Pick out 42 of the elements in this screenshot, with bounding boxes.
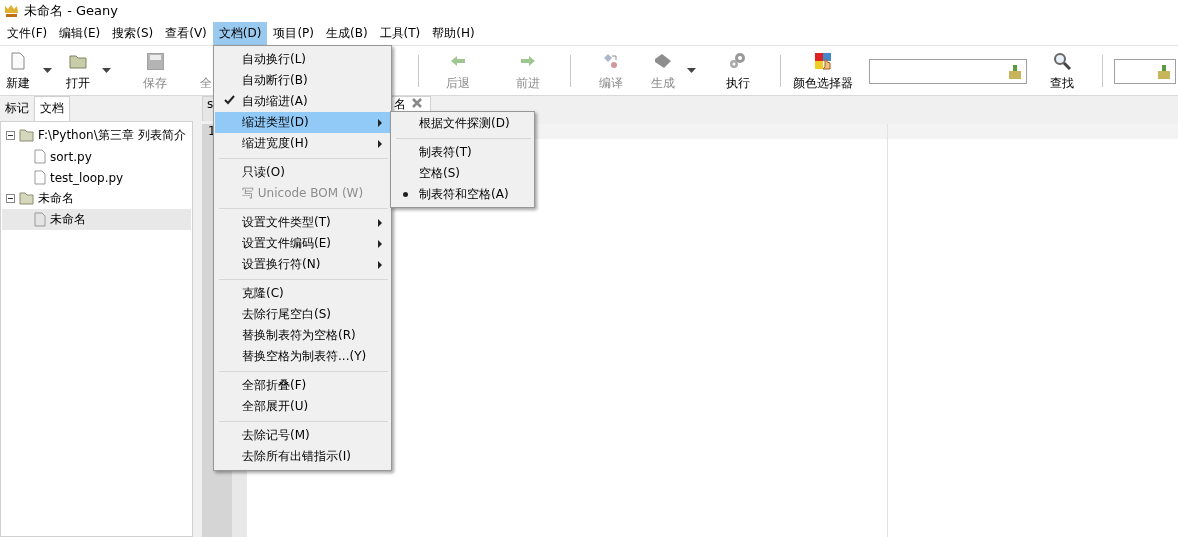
menu-item[interactable]: 缩进类型(D) xyxy=(215,112,390,133)
menu-item[interactable]: 缩进宽度(H) xyxy=(215,133,390,154)
menu-item[interactable]: 自动缩进(A) xyxy=(215,91,390,112)
menu-item[interactable]: 设置文件类型(T) xyxy=(215,212,390,233)
menu-item[interactable]: 工具(T) xyxy=(373,22,427,45)
toolbar-button[interactable]: 颜色选择器 xyxy=(784,46,862,95)
menu-item[interactable]: 设置换行符(N) xyxy=(215,254,390,275)
menu-item[interactable]: 编辑(E) xyxy=(53,22,107,45)
menu-item[interactable]: 文档(D) xyxy=(212,22,268,45)
menu-item[interactable]: 制表符和空格(A) xyxy=(392,184,533,205)
toolbar-button[interactable]: 打开 xyxy=(58,46,98,95)
menu-item[interactable]: 替换空格为制表符...(Y) xyxy=(215,346,390,367)
menu-item[interactable]: 替换制表符为空格(R) xyxy=(215,325,390,346)
menu-item[interactable]: 去除所有出错指示(I) xyxy=(215,446,390,467)
tree-item[interactable]: test_loop.py xyxy=(2,167,191,188)
menu-item[interactable]: 全部折叠(F) xyxy=(215,375,390,396)
sidebar-tab[interactable]: 文档 xyxy=(34,96,70,121)
toolbar-button[interactable]: 执行 xyxy=(700,46,776,95)
menu-item[interactable]: 查看(V) xyxy=(159,22,213,45)
menu-item[interactable]: 设置文件编码(E) xyxy=(215,233,390,254)
menu-item[interactable]: 自动断行(B) xyxy=(215,70,390,91)
tree-item[interactable]: sort.py xyxy=(2,146,191,167)
menu-item[interactable]: 自动换行(L) xyxy=(215,49,390,70)
menu-item[interactable]: 搜索(S) xyxy=(106,22,160,45)
menu-item[interactable]: 项目(P) xyxy=(267,22,320,45)
menu-item[interactable]: 制表符(T) xyxy=(392,142,533,163)
toolbar-button[interactable]: 查找 xyxy=(1027,46,1097,95)
menu-item[interactable]: 去除行尾空白(S) xyxy=(215,304,390,325)
window-title: 未命名 - Geany xyxy=(24,2,118,20)
menu-item[interactable]: 去除记号(M) xyxy=(215,425,390,446)
menu-item[interactable]: 全部展开(U) xyxy=(215,396,390,417)
tree-item[interactable]: F:\Python\第三章 列表简介 xyxy=(2,125,191,146)
menu-item[interactable]: 文件(F) xyxy=(1,22,54,45)
menu-item[interactable]: 帮助(H) xyxy=(426,22,481,45)
menu-item[interactable]: 空格(S) xyxy=(392,163,533,184)
tree-item[interactable]: 未命名 xyxy=(2,209,191,230)
toolbar-button[interactable]: 新建 xyxy=(0,46,36,95)
tree-item[interactable]: 未命名 xyxy=(2,188,191,209)
menu-item[interactable]: 克隆(C) xyxy=(215,283,390,304)
sidebar-tab[interactable]: 标记 xyxy=(0,97,34,121)
menu-item[interactable]: 只读(O) xyxy=(215,162,390,183)
menu-item[interactable]: 生成(B) xyxy=(320,22,374,45)
